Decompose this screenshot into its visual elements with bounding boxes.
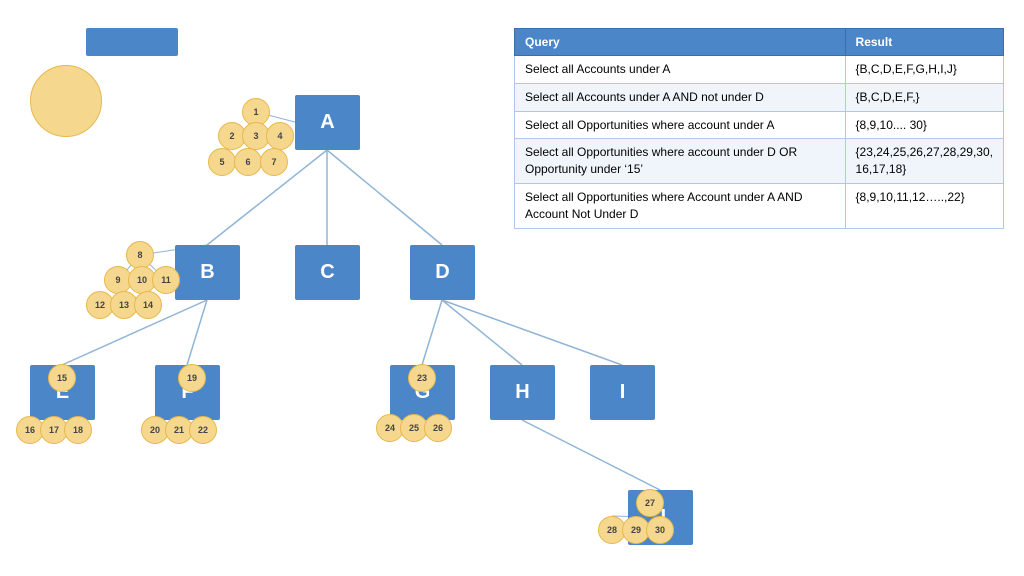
- circle-18: 18: [64, 416, 92, 444]
- table-row: Select all Opportunities where Account u…: [515, 183, 1004, 228]
- table-cell-query: Select all Opportunities where Account u…: [515, 183, 846, 228]
- circle-19: 19: [178, 364, 206, 392]
- circle-8: 8: [126, 241, 154, 269]
- node-C: C: [295, 245, 360, 300]
- table-cell-query: Select all Accounts under A: [515, 56, 846, 84]
- node-I: I: [590, 365, 655, 420]
- circle-6: 6: [234, 148, 262, 176]
- circle-11: 11: [152, 266, 180, 294]
- table-row: Select all Opportunities where account u…: [515, 139, 1004, 184]
- table-cell-query: Select all Opportunities where account u…: [515, 139, 846, 184]
- node-D: D: [410, 245, 475, 300]
- node-A: A: [295, 95, 360, 150]
- node-H: H: [490, 365, 555, 420]
- circle-15: 15: [48, 364, 76, 392]
- legend-account-box: [86, 28, 178, 56]
- circle-26: 26: [424, 414, 452, 442]
- circle-23: 23: [408, 364, 436, 392]
- table-row: Select all Accounts under A AND not unde…: [515, 83, 1004, 111]
- circle-5: 5: [208, 148, 236, 176]
- table-cell-query: Select all Accounts under A AND not unde…: [515, 83, 846, 111]
- table-row: Select all Accounts under A{B,C,D,E,F,G,…: [515, 56, 1004, 84]
- table-cell-result: {B,C,D,E,F,G,H,I,J}: [845, 56, 1003, 84]
- circle-30: 30: [646, 516, 674, 544]
- query-table: Query Result Select all Accounts under A…: [514, 28, 1004, 229]
- circle-22: 22: [189, 416, 217, 444]
- table-cell-result: {8,9,10,11,12…..,22}: [845, 183, 1003, 228]
- diagram: ABCDEFGHIJ 12345678910111213141516171819…: [0, 0, 1024, 576]
- table-cell-result: {B,C,D,E,F,}: [845, 83, 1003, 111]
- circle-4: 4: [266, 122, 294, 150]
- table-header-query: Query: [515, 29, 846, 56]
- table-cell-result: {23,24,25,26,27,28,29,30, 16,17,18}: [845, 139, 1003, 184]
- circle-27: 27: [636, 489, 664, 517]
- table-cell-result: {8,9,10.... 30}: [845, 111, 1003, 139]
- circle-7: 7: [260, 148, 288, 176]
- table-row: Select all Opportunities where account u…: [515, 111, 1004, 139]
- table-cell-query: Select all Opportunities where account u…: [515, 111, 846, 139]
- table-header-result: Result: [845, 29, 1003, 56]
- legend-opportunity-circle: [30, 65, 102, 137]
- node-B: B: [175, 245, 240, 300]
- circle-14: 14: [134, 291, 162, 319]
